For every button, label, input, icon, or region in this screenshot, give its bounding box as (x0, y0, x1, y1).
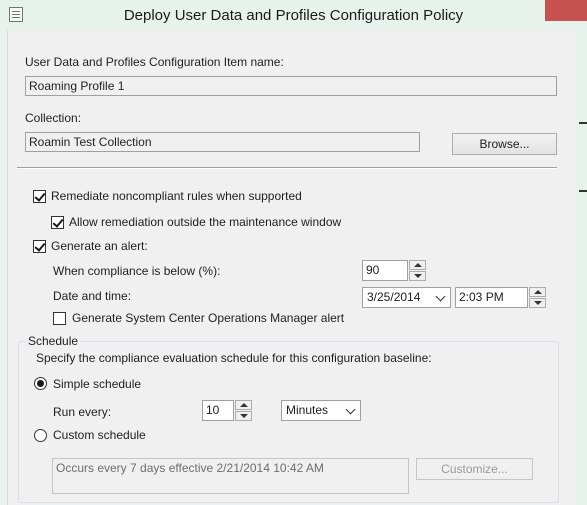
customize-button[interactable]: Customize... (416, 458, 533, 480)
run-every-label: Run every: (53, 405, 112, 419)
scom-alert-checkbox[interactable] (53, 312, 66, 325)
spin-up-icon[interactable] (529, 287, 546, 297)
collection-label: Collection: (25, 111, 82, 125)
background-window-edge (575, 30, 587, 505)
compliance-below-label: When compliance is below (%): (53, 264, 221, 278)
allow-outside-window-label: Allow remediation outside the maintenanc… (69, 215, 342, 229)
spin-down-icon[interactable] (235, 411, 252, 421)
run-every-input[interactable]: 10 (202, 400, 234, 421)
custom-schedule-summary: Occurs every 7 days effective 2/21/2014 … (52, 458, 409, 494)
dialog-window: Deploy User Data and Profiles Configurat… (0, 0, 587, 505)
allow-outside-window-checkbox[interactable] (51, 216, 64, 229)
unit-dropdown[interactable]: Minutes (281, 400, 361, 421)
item-name-label: User Data and Profiles Configuration Ite… (25, 55, 284, 69)
date-picker[interactable]: 3/25/2014 (362, 287, 451, 308)
schedule-legend: Schedule (26, 334, 81, 348)
spin-up-icon[interactable] (235, 400, 252, 410)
item-name-field[interactable]: Roaming Profile 1 (25, 76, 557, 96)
generate-alert-checkbox[interactable] (33, 240, 46, 253)
title-bar[interactable]: Deploy User Data and Profiles Configurat… (0, 0, 587, 30)
date-time-label: Date and time: (53, 289, 132, 303)
collection-field[interactable]: Roamin Test Collection (25, 132, 420, 152)
generate-alert-label: Generate an alert: (51, 239, 148, 253)
compliance-percent-input[interactable]: 90 (362, 260, 408, 281)
date-value: 3/25/2014 (367, 290, 421, 304)
separator (17, 167, 557, 169)
chevron-down-icon (345, 404, 356, 415)
time-input[interactable]: 2:03 PM (455, 287, 528, 308)
window-title: Deploy User Data and Profiles Configurat… (123, 7, 464, 24)
spin-down-icon[interactable] (409, 271, 426, 281)
remediate-checkbox[interactable] (33, 190, 46, 203)
schedule-description: Specify the compliance evaluation schedu… (36, 351, 432, 365)
scom-alert-label: Generate System Center Operations Manage… (72, 311, 345, 325)
run-every-spinner[interactable] (235, 400, 252, 421)
spin-up-icon[interactable] (409, 260, 426, 270)
unit-value: Minutes (286, 403, 329, 417)
chevron-down-icon (435, 291, 446, 302)
remediate-label: Remediate noncompliant rules when suppor… (51, 189, 302, 203)
time-spinner[interactable] (529, 287, 546, 308)
close-button[interactable] (545, 0, 587, 21)
simple-schedule-radio[interactable] (34, 377, 47, 390)
spin-down-icon[interactable] (529, 298, 546, 308)
custom-schedule-label: Custom schedule (53, 428, 146, 442)
simple-schedule-label: Simple schedule (53, 377, 142, 391)
custom-schedule-radio[interactable] (34, 429, 47, 442)
browse-button[interactable]: Browse... (452, 133, 557, 155)
compliance-spinner[interactable] (409, 260, 426, 281)
